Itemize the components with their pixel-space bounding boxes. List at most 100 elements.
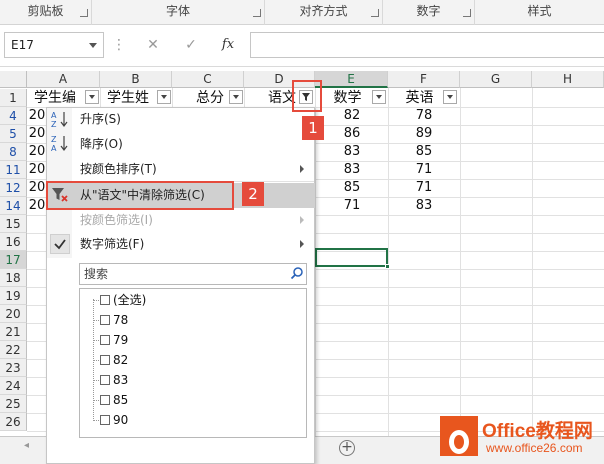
cell[interactable]: 20 xyxy=(28,161,46,179)
cell[interactable]: 82 xyxy=(316,107,388,125)
row-header[interactable]: 26 xyxy=(0,413,27,431)
select-all-corner[interactable] xyxy=(0,71,27,88)
row-header[interactable]: 12 xyxy=(0,179,27,197)
ribbon-group-number[interactable]: 数字 xyxy=(383,0,475,25)
filter-option[interactable]: 79 xyxy=(100,330,128,350)
menu-item-number-filters[interactable]: 数字筛选(F) xyxy=(72,232,314,256)
search-icon[interactable] xyxy=(290,266,304,280)
row-header[interactable]: 22 xyxy=(0,341,27,359)
filter-option[interactable]: 83 xyxy=(100,370,128,390)
cell[interactable]: 20 xyxy=(28,107,46,125)
row-header[interactable]: 11 xyxy=(0,161,27,179)
ribbon-group-styles[interactable]: 样式 xyxy=(475,0,604,25)
cell[interactable]: 83 xyxy=(316,161,388,179)
checkbox[interactable] xyxy=(100,415,110,425)
cell[interactable]: 85 xyxy=(388,143,460,161)
ribbon-group-alignment[interactable]: 对齐方式 xyxy=(265,0,383,25)
filter-option[interactable]: 85 xyxy=(100,390,128,410)
cancel-icon[interactable]: ✕ xyxy=(143,36,163,54)
filter-option[interactable]: 90 xyxy=(100,410,128,430)
cell[interactable]: 71 xyxy=(388,161,460,179)
row-header[interactable]: 17 xyxy=(0,251,27,269)
cell[interactable]: 20 xyxy=(28,143,46,161)
column-header-a[interactable]: A xyxy=(27,71,100,88)
row-header[interactable]: 5 xyxy=(0,125,27,143)
column-header-f[interactable]: F xyxy=(388,71,460,88)
add-sheet-button[interactable]: + xyxy=(339,440,355,456)
checkbox[interactable] xyxy=(100,355,110,365)
column-header-e[interactable]: E xyxy=(315,71,388,88)
filter-option[interactable]: 82 xyxy=(100,350,128,370)
row-header[interactable]: 25 xyxy=(0,395,27,413)
row-header[interactable]: 14 xyxy=(0,197,27,215)
filter-dropdown-button[interactable] xyxy=(372,90,386,104)
enter-icon[interactable]: ✓ xyxy=(181,36,201,54)
cell[interactable]: 20 xyxy=(28,197,46,215)
row-header[interactable]: 19 xyxy=(0,287,27,305)
row-header[interactable]: 4 xyxy=(0,107,27,125)
formula-input[interactable] xyxy=(250,32,604,58)
watermark-url: www.office26.com xyxy=(486,441,583,455)
menu-item-sort-descending[interactable]: 降序(O) xyxy=(72,132,314,156)
column-header-c[interactable]: C xyxy=(172,71,244,88)
filter-option[interactable]: 78 xyxy=(100,310,128,330)
cell[interactable]: 83 xyxy=(388,197,460,215)
ribbon-group-font[interactable]: 字体 xyxy=(92,0,265,25)
name-box[interactable]: E17 xyxy=(4,32,104,58)
header-cell-chinese[interactable]: 语文 xyxy=(245,89,298,107)
insert-function-icon[interactable]: fx xyxy=(217,36,239,54)
active-cell-e17[interactable] xyxy=(315,248,388,267)
row-header[interactable]: 20 xyxy=(0,305,27,323)
checkbox[interactable] xyxy=(100,335,110,345)
header-cell-student-id[interactable]: 学生编 xyxy=(28,89,86,107)
cell[interactable]: 89 xyxy=(388,125,460,143)
cell[interactable]: 85 xyxy=(316,179,388,197)
filter-dropdown-button[interactable] xyxy=(229,90,243,104)
filter-search-input[interactable]: 搜索 xyxy=(79,263,307,285)
cell[interactable]: 78 xyxy=(388,107,460,125)
dialog-launcher-icon[interactable] xyxy=(80,9,88,17)
column-header-h[interactable]: H xyxy=(532,71,604,88)
row-header[interactable]: 16 xyxy=(0,233,27,251)
office-logo-icon xyxy=(440,416,478,456)
cell[interactable]: 71 xyxy=(316,197,388,215)
filter-dropdown-button[interactable] xyxy=(85,90,99,104)
column-header-g[interactable]: G xyxy=(460,71,532,88)
header-cell-math[interactable]: 数学 xyxy=(316,89,373,107)
svg-text:A: A xyxy=(51,111,57,120)
checkbox[interactable] xyxy=(100,315,110,325)
cell[interactable]: 71 xyxy=(388,179,460,197)
dialog-launcher-icon[interactable] xyxy=(463,9,471,17)
ribbon-group-clipboard[interactable]: 剪贴板 xyxy=(0,0,92,25)
filter-option-select-all[interactable]: (全选) xyxy=(100,290,146,310)
row-header[interactable]: 23 xyxy=(0,359,27,377)
row-header[interactable]: 1 xyxy=(0,89,27,107)
row-header[interactable]: 15 xyxy=(0,215,27,233)
row-header[interactable]: 21 xyxy=(0,323,27,341)
column-header-b[interactable]: B xyxy=(100,71,172,88)
header-cell-student-name[interactable]: 学生姓 xyxy=(101,89,158,107)
scroll-left-icon[interactable]: ◂ xyxy=(24,440,29,451)
fill-handle[interactable] xyxy=(385,264,390,269)
filter-dropdown-button[interactable] xyxy=(157,90,171,104)
menu-item-sort-by-color[interactable]: 按颜色排序(T) xyxy=(72,157,314,181)
cell[interactable]: 20 xyxy=(28,179,46,197)
menu-item-sort-ascending[interactable]: 升序(S) xyxy=(72,107,314,131)
filter-option-label: 82 xyxy=(113,353,129,367)
row-header[interactable]: 24 xyxy=(0,377,27,395)
checkbox[interactable] xyxy=(100,295,110,305)
checkbox[interactable] xyxy=(100,375,110,385)
dialog-launcher-icon[interactable] xyxy=(253,9,261,17)
chevron-down-icon[interactable] xyxy=(89,43,97,48)
row-header[interactable]: 18 xyxy=(0,269,27,287)
header-cell-english[interactable]: 英语 xyxy=(389,89,444,107)
sort-descending-icon: ZA xyxy=(51,134,69,153)
dialog-launcher-icon[interactable] xyxy=(371,9,379,17)
header-cell-total[interactable]: 总分 xyxy=(173,89,228,107)
checkbox[interactable] xyxy=(100,395,110,405)
cell[interactable]: 83 xyxy=(316,143,388,161)
row-header[interactable]: 8 xyxy=(0,143,27,161)
cell[interactable]: 20 xyxy=(28,125,46,143)
cell[interactable]: 86 xyxy=(316,125,388,143)
filter-dropdown-button[interactable] xyxy=(443,90,457,104)
